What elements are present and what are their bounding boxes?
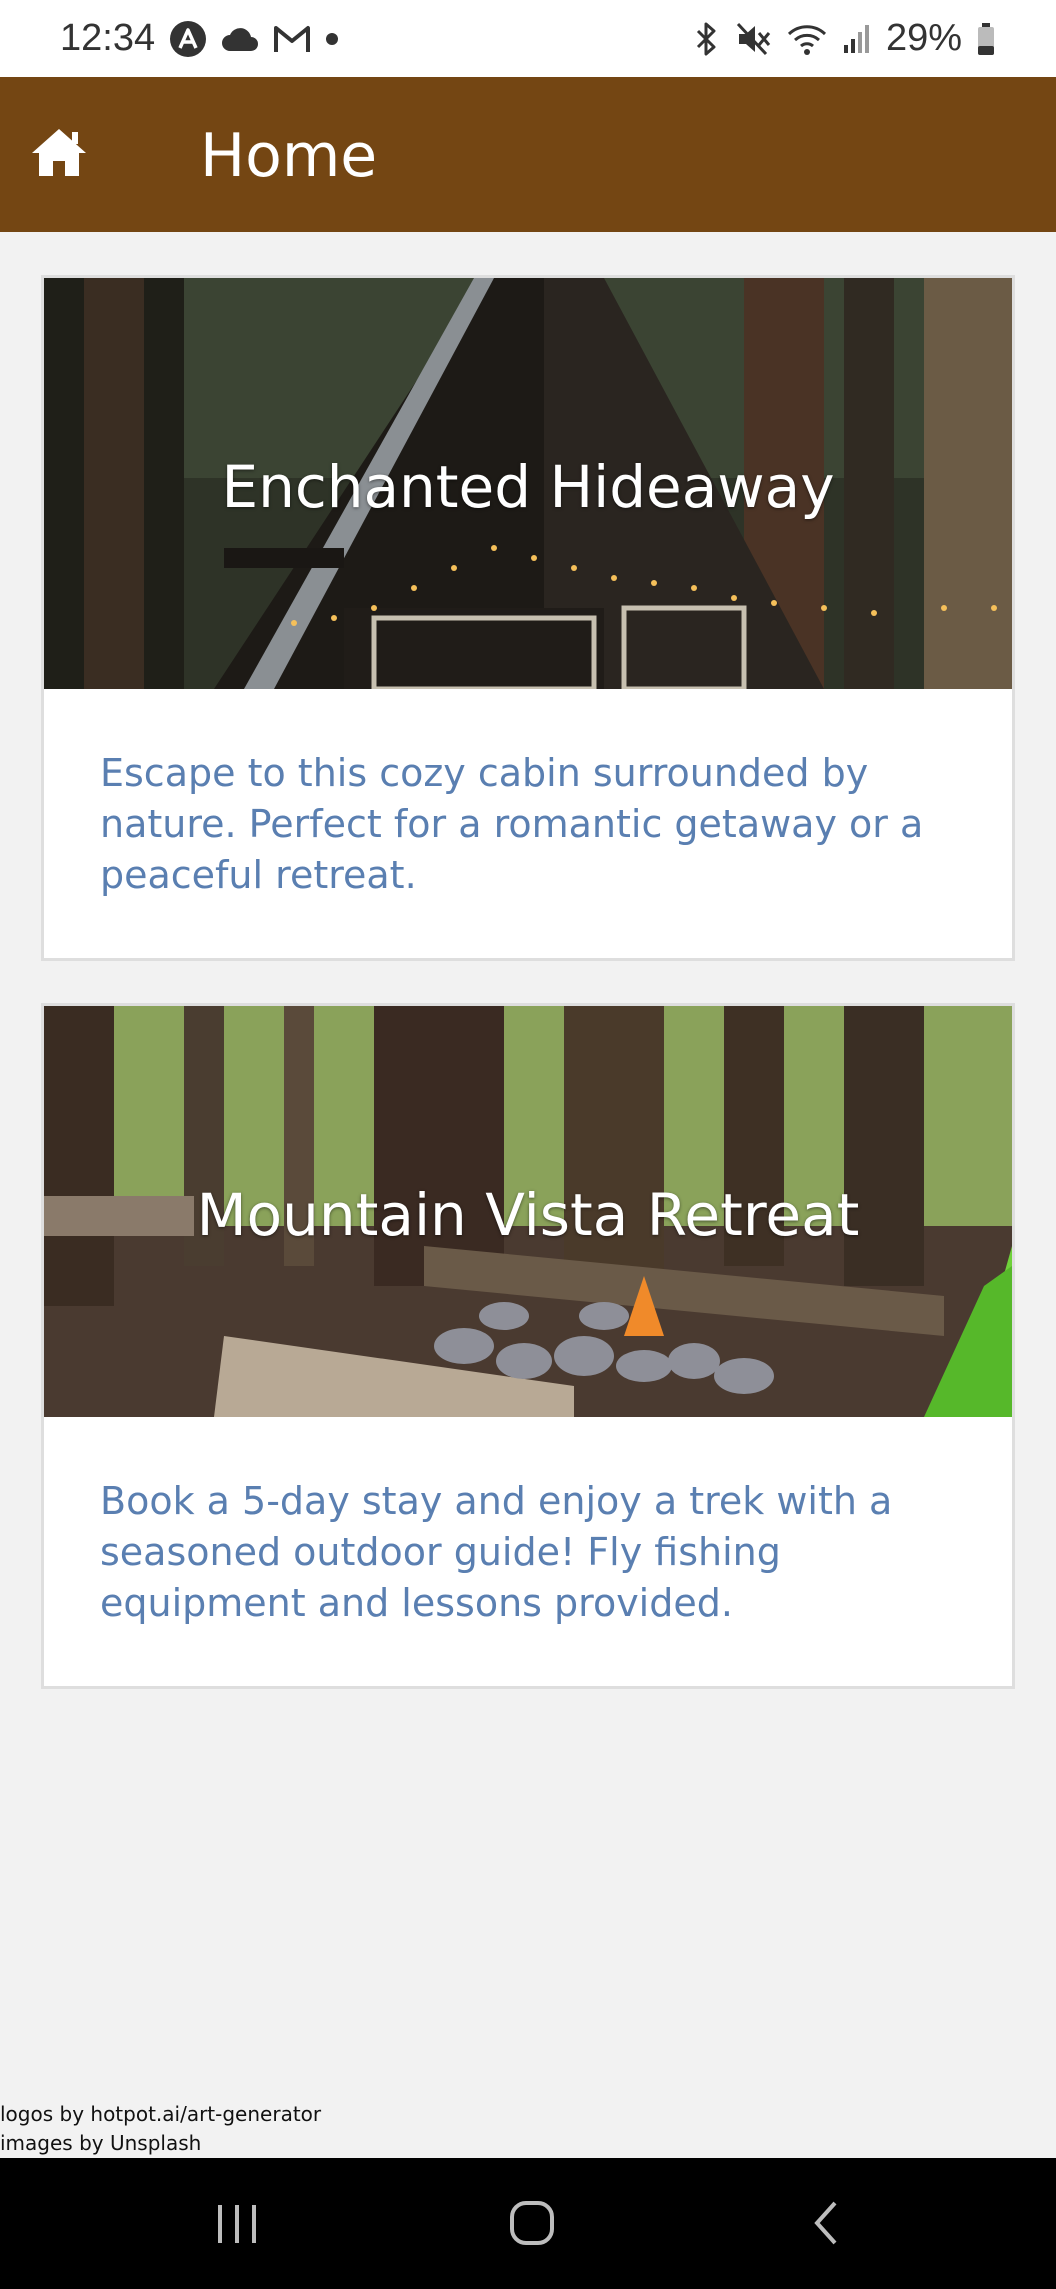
back-icon[interactable] — [792, 2188, 862, 2258]
recent-apps-icon[interactable] — [202, 2188, 272, 2258]
wifi-icon — [786, 22, 828, 56]
logo-credit: logos by hotpot.ai/art-generator — [0, 2102, 322, 2126]
card-title: Mountain Vista Retreat — [196, 1181, 860, 1249]
status-bar: 12:34 29% — [0, 0, 1056, 77]
credits: logos by hotpot.ai/art-generator images … — [0, 2100, 321, 2158]
listing-card-mountain-vista-retreat[interactable]: Mountain Vista Retreat Book a 5-day stay… — [41, 1003, 1015, 1689]
app-bar: Home — [0, 77, 1056, 232]
battery-percent: 29% — [885, 17, 962, 59]
listing-card-enchanted-hideaway[interactable]: Enchanted Hideaway Escape to this cozy c… — [41, 275, 1015, 961]
status-right: 29% — [692, 17, 996, 60]
cloud-icon — [221, 25, 259, 53]
page-title: Home — [200, 121, 378, 191]
battery-icon — [976, 22, 996, 56]
card-title: Enchanted Hideaway — [221, 453, 835, 521]
home-icon[interactable] — [30, 126, 88, 184]
home-nav-icon[interactable] — [497, 2188, 567, 2258]
card-description: Book a 5-day stay and enjoy a trek with … — [100, 1479, 893, 1625]
campfire-image: Mountain Vista Retreat — [44, 1006, 1012, 1417]
cabin-image: Enchanted Hideaway — [44, 278, 1012, 689]
card-description: Escape to this cozy cabin surrounded by … — [100, 751, 924, 897]
image-credit: images by Unsplash — [0, 2131, 202, 2155]
app-notification-icon — [169, 20, 207, 58]
system-nav-bar — [0, 2158, 1056, 2289]
signal-icon — [842, 23, 872, 55]
status-time: 12:34 — [60, 17, 156, 59]
status-left: 12:34 — [60, 17, 339, 60]
gmail-icon — [273, 24, 311, 54]
mute-icon — [736, 22, 772, 56]
more-notifications-dot-icon — [325, 32, 339, 46]
bluetooth-icon — [692, 21, 722, 57]
